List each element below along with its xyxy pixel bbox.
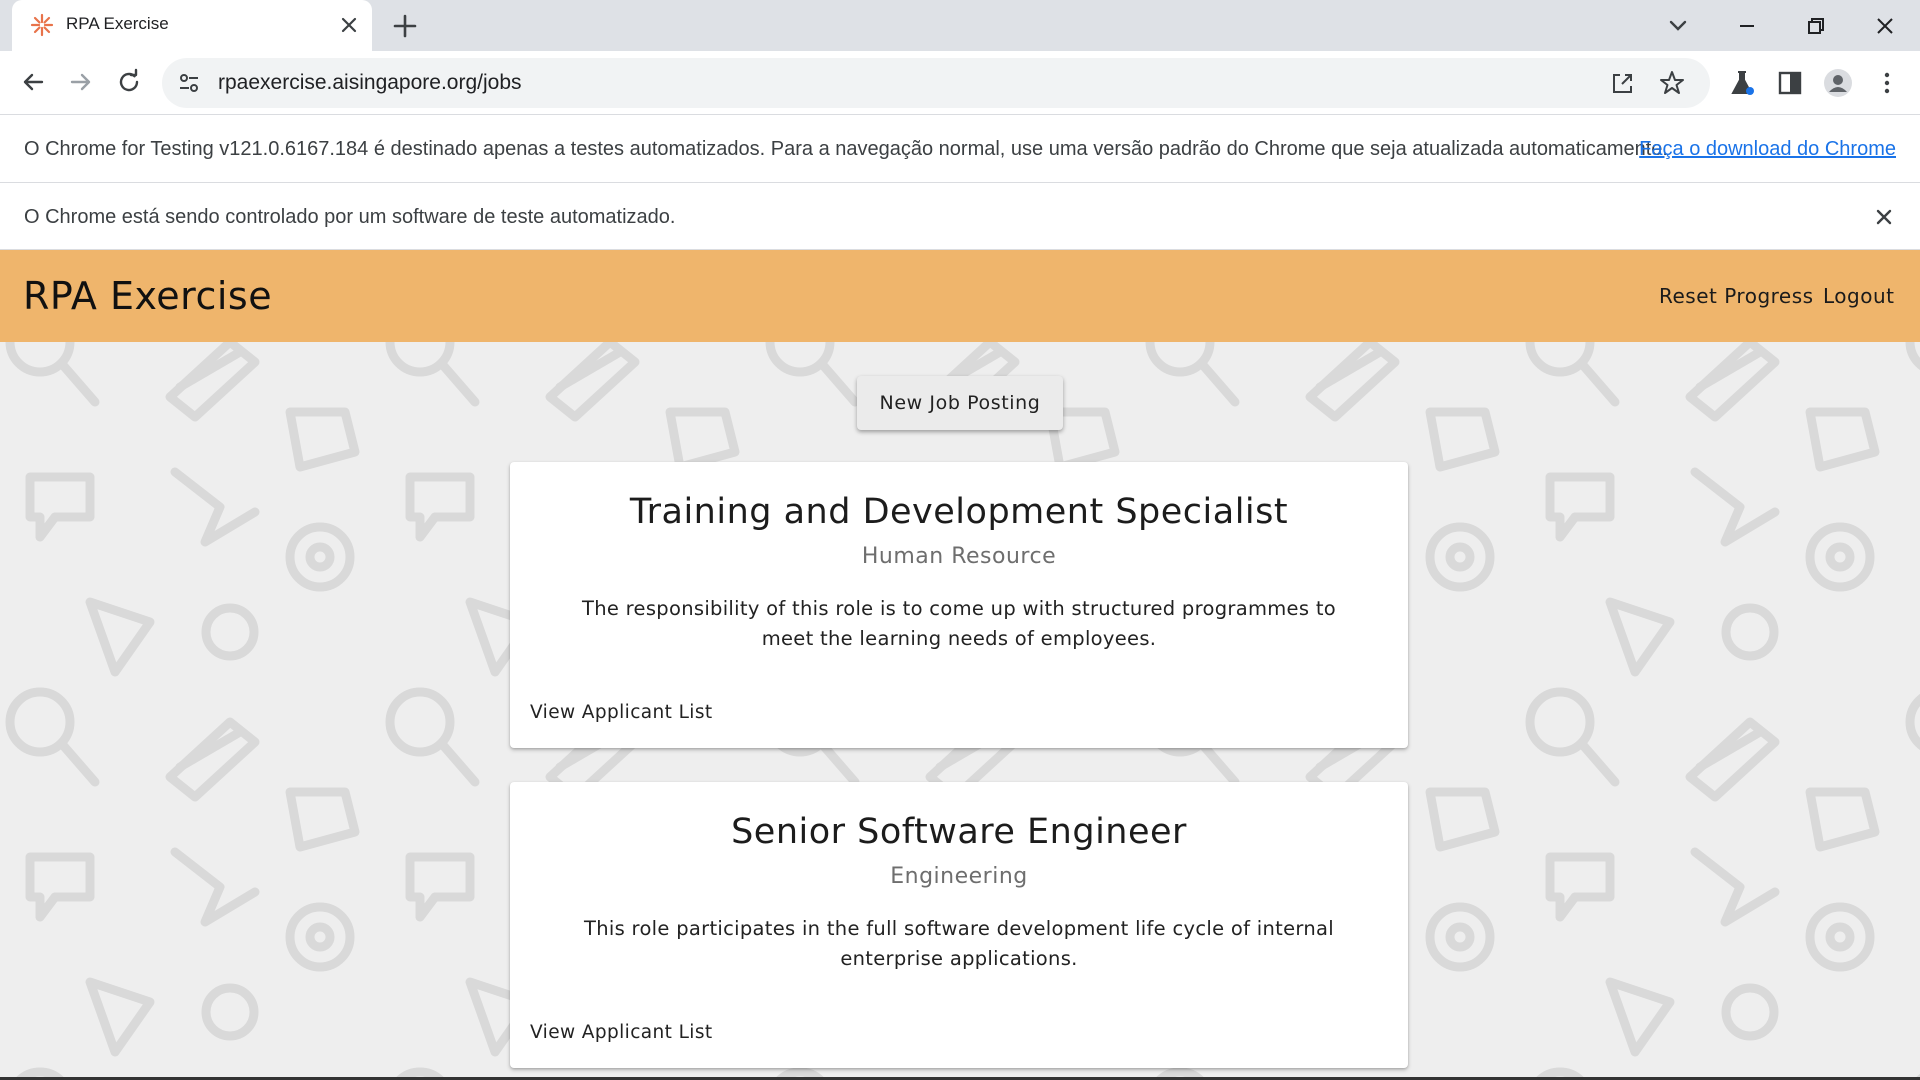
back-arrow-icon[interactable] <box>18 67 48 97</box>
tab-strip: RPA Exercise <box>0 0 1920 51</box>
job-department: Human Resource <box>861 544 1057 569</box>
tab-close-icon[interactable] <box>338 14 360 36</box>
job-title: Training and Development Specialist <box>629 492 1289 532</box>
chrome-labs-flask-icon[interactable] <box>1727 68 1757 98</box>
forward-arrow-icon[interactable] <box>66 67 96 97</box>
site-settings-icon[interactable] <box>176 70 202 96</box>
automation-infobar-message: O Chrome está sendo controlado por um so… <box>24 206 676 228</box>
side-panel-icon[interactable] <box>1775 68 1805 98</box>
sparkle-favicon-icon <box>30 13 54 37</box>
chrome-menu-kebab-icon[interactable] <box>1872 68 1902 98</box>
minimize-icon[interactable] <box>1731 10 1763 42</box>
new-job-posting-button[interactable]: New Job Posting <box>857 376 1063 430</box>
reload-icon[interactable] <box>114 67 144 97</box>
view-applicant-list-link[interactable]: View Applicant List <box>530 1022 713 1043</box>
address-bar[interactable]: rpaexercise.aisingapore.org/jobs <box>162 58 1710 108</box>
job-card: Training and Development Specialist Huma… <box>510 462 1408 748</box>
bookmark-star-icon[interactable] <box>1658 69 1686 97</box>
page-viewport: RPA Exercise Reset Progress Logout New J… <box>0 250 1920 1080</box>
logout-link[interactable]: Logout <box>1823 284 1894 308</box>
app-brand[interactable]: RPA Exercise <box>23 274 272 318</box>
share-icon[interactable] <box>1610 70 1636 96</box>
window-close-icon[interactable] <box>1869 10 1901 42</box>
testing-infobar-message: O Chrome for Testing v121.0.6167.184 é d… <box>24 138 1668 160</box>
browser-tab[interactable]: RPA Exercise <box>12 0 372 51</box>
job-title: Senior Software Engineer <box>731 812 1187 852</box>
testing-infobar: O Chrome for Testing v121.0.6167.184 é d… <box>0 115 1920 183</box>
tab-title: RPA Exercise <box>66 14 169 33</box>
profile-avatar-icon[interactable] <box>1823 68 1853 98</box>
job-department: Engineering <box>890 864 1028 889</box>
job-card: Senior Software Engineer Engineering Thi… <box>510 782 1408 1068</box>
download-chrome-link[interactable]: Faça o download do Chrome <box>1639 138 1896 161</box>
app-header: RPA Exercise Reset Progress Logout <box>0 250 1920 342</box>
view-applicant-list-link[interactable]: View Applicant List <box>530 702 713 723</box>
reset-progress-link[interactable]: Reset Progress <box>1659 284 1814 308</box>
browser-toolbar: rpaexercise.aisingapore.org/jobs <box>0 51 1920 115</box>
job-description: The responsibility of this role is to co… <box>581 597 1336 650</box>
url-text: rpaexercise.aisingapore.org/jobs <box>218 71 522 94</box>
job-description: This role participates in the full softw… <box>584 917 1334 970</box>
infobar-close-icon[interactable] <box>1872 205 1896 229</box>
automation-infobar: O Chrome está sendo controlado por um so… <box>0 183 1920 250</box>
tab-search-chevron-icon[interactable] <box>1662 10 1694 42</box>
restore-icon[interactable] <box>1800 10 1832 42</box>
new-tab-plus-icon[interactable] <box>390 11 420 41</box>
